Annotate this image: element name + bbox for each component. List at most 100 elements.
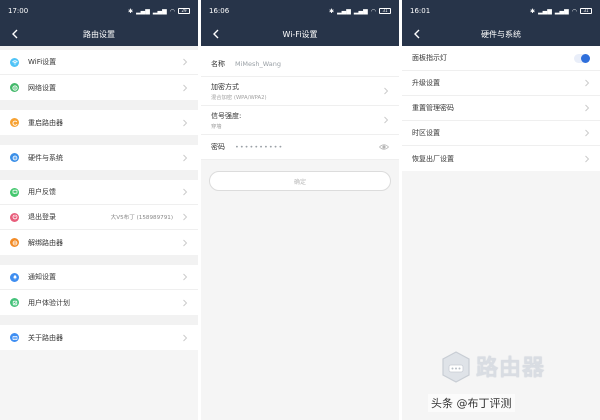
settings-row[interactable]: 通知设置 [0,265,198,290]
settings-row[interactable]: 关于路由器 [0,325,198,350]
status-bar: 16:01 ✱ ▂▄▆ ▂▄▆ ◠ 31 [402,0,600,22]
nav-bar: 路由设置 [0,22,198,46]
nav-bar: 硬件与系统 [402,22,600,46]
ssid-row[interactable]: 名称 MiMesh_Wang [201,52,399,77]
page-title: 路由设置 [83,29,115,39]
password-row[interactable]: 密码 •••••••••• [201,135,399,160]
restart-icon [10,118,19,127]
hardware-row[interactable]: 时区设置 [402,121,600,146]
settings-group: WiFi设置网络设置 [0,50,198,100]
battery-icon: 31 [580,8,592,14]
feedback-icon [10,187,19,197]
back-button[interactable] [8,27,22,41]
status-icons: ✱ ▂▄▆ ▂▄▆ ◠ 31 [530,8,592,15]
signal-strength-row[interactable]: 信号强度: 穿墙 [201,106,399,135]
group-gap [0,170,198,180]
settings-row[interactable]: 硬件与系统 [0,145,198,170]
hardware-row-label: 重置管理密码 [412,104,454,112]
account-value: 大V5布丁 (158989791) [110,215,173,221]
status-icons: ✱ ▂▄▆ ▂▄▆ ◠ 31 [329,8,391,15]
signal-icon: ▂▄▆ [337,7,351,15]
encryption-label: 加密方式 [211,82,239,91]
settings-row-label: 通知设置 [28,273,56,281]
settings-group: 硬件与系统 [0,145,198,170]
password-label: 密码 [211,143,225,151]
hardware-row-label: 时区设置 [412,129,440,137]
chevron-right-icon [183,213,188,221]
hardware-system-screen: 16:01 ✱ ▂▄▆ ▂▄▆ ◠ 31 硬件与系统 面板指示灯升级设置重置管理… [402,0,600,420]
chevron-right-icon [585,79,590,87]
hardware-list: 面板指示灯升级设置重置管理密码 时区设置恢复出厂设置 [402,46,600,171]
hardware-row-label: 升级设置 [412,79,440,87]
encryption-value: 混合加密 (WPA/WPA2) [211,94,267,101]
hardware-row-label: 面板指示灯 [412,54,447,62]
gear-icon [10,153,19,162]
toggle-knob [581,53,590,63]
status-icons: ✱ ▂▄▆ ▂▄▆ ◠ 29 [128,8,190,15]
chevron-right-icon [585,129,590,137]
chevron-right-icon [384,116,389,124]
settings-row[interactable]: 用户反馈 [0,180,198,205]
settings-row-label: WiFi设置 [28,58,57,66]
wifi-settings-screen: 16:06 ✱ ▂▄▆ ▂▄▆ ◠ 31 Wi-Fi设置 名称 MiMesh_W… [201,0,399,420]
group-gap [0,100,198,110]
settings-row-label: 关于路由器 [28,333,63,342]
signal-strength-label: 信号强度: [211,111,242,120]
chevron-right-icon [183,58,188,66]
settings-row[interactable]: 网络设置 [0,75,198,100]
wifi-icon [10,57,19,67]
hardware-row[interactable]: 升级设置 [402,71,600,96]
settings-row[interactable]: 退出登录 大V5布丁 (158989791) [0,205,198,230]
settings-row[interactable]: WiFi设置 [0,50,198,75]
chevron-left-icon [12,29,18,39]
confirm-button[interactable]: 确定 [209,171,391,191]
status-time: 16:06 [209,7,230,15]
signal-icon: ▂▄▆ [152,7,167,15]
wifi-status-icon: ◠ [169,7,175,15]
logout-icon [10,212,19,222]
back-button[interactable] [410,27,424,41]
wifi-status-icon: ◠ [571,7,577,15]
settings-row-label: 用户反馈 [28,188,56,196]
ssid-input[interactable]: MiMesh_Wang [235,60,389,68]
page-title: 硬件与系统 [481,29,521,39]
chevron-right-icon [183,188,188,196]
hardware-row[interactable]: 面板指示灯 [402,46,600,71]
encryption-row[interactable]: 加密方式 混合加密 (WPA/WPA2) [201,77,399,106]
chevron-right-icon [384,87,389,95]
group-gap [0,315,198,325]
settings-row[interactable]: 重启路由器 [0,110,198,135]
bluetooth-icon: ✱ [329,7,335,15]
plan-icon [10,298,19,307]
signal-icon: ▂▄▆ [136,7,150,15]
eye-icon[interactable] [379,143,389,151]
settings-list: WiFi设置网络设置重启路由器硬件与系统用户反馈退出登录 大V5布丁 (15898… [0,50,198,350]
settings-row[interactable]: 用户体验计划 [0,290,198,315]
chevron-left-icon [213,29,219,39]
settings-row-label: 用户体验计划 [28,298,70,307]
confirm-area: 确定 [201,160,399,202]
panel-light-toggle[interactable] [574,53,590,63]
settings-row-label: 解绑路由器 [28,238,63,247]
globe-icon [10,83,19,92]
settings-group: 通知设置用户体验计划 [0,265,198,315]
back-button[interactable] [209,27,223,41]
page-title: Wi-Fi设置 [282,29,318,39]
password-input[interactable]: •••••••••• [235,143,379,151]
chevron-left-icon [414,29,420,39]
settings-row[interactable]: 解绑路由器 [0,230,198,255]
settings-row-label: 硬件与系统 [28,153,63,162]
status-time: 16:01 [410,7,431,15]
bluetooth-icon: ✱ [128,7,134,15]
chevron-right-icon [183,154,188,161]
chevron-right-icon [183,299,188,306]
nav-bar: Wi-Fi设置 [201,22,399,46]
status-bar: 16:06 ✱ ▂▄▆ ▂▄▆ ◠ 31 [201,0,399,22]
signal-icon: ▂▄▆ [353,7,368,15]
battery-icon: 29 [178,8,190,14]
hardware-row[interactable]: 恢复出厂设置 [402,146,600,171]
status-time: 17:00 [8,7,29,15]
wifi-status-icon: ◠ [370,7,376,15]
wifi-form: 名称 MiMesh_Wang 加密方式 混合加密 (WPA/WPA2) 信号强度… [201,46,399,160]
hardware-row[interactable]: 重置管理密码 [402,96,600,121]
